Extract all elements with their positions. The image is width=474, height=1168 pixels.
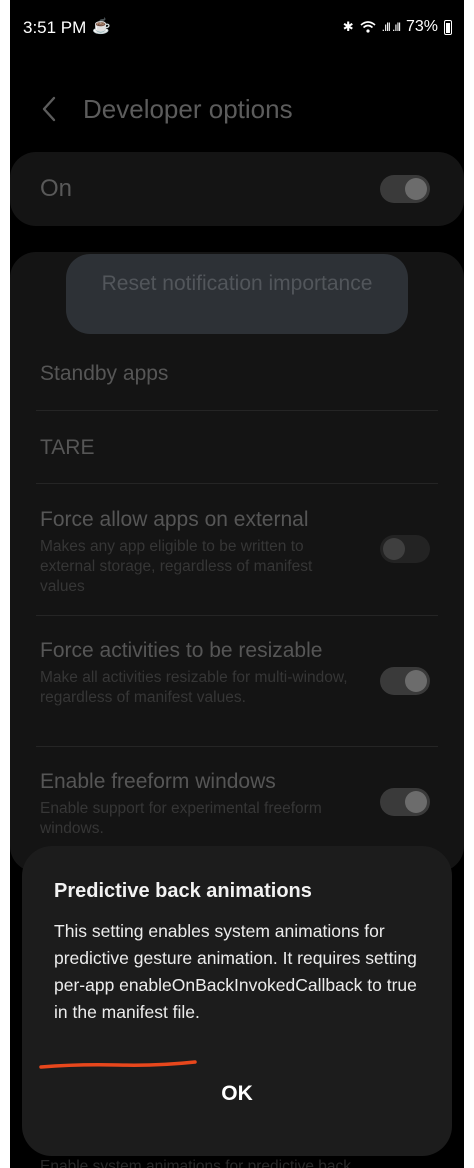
- dialog-title: Predictive back animations: [54, 880, 312, 902]
- toggle-knob: [383, 538, 405, 560]
- dialog-body: This setting enables system animations f…: [54, 921, 417, 1022]
- master-toggle[interactable]: [380, 175, 430, 203]
- force-allow-external-subtitle: Makes any app eligible to be written to …: [40, 538, 313, 595]
- app-bar: Developer options: [10, 80, 464, 140]
- force-allow-external-title[interactable]: Force allow apps on external: [40, 508, 308, 532]
- toggle-knob: [405, 670, 427, 692]
- bluetooth-icon: ✱: [342, 19, 354, 34]
- chevron-left-icon[interactable]: [36, 94, 62, 124]
- predictive-back-subtitle-peek: Enable system animations for predictive …: [40, 1158, 352, 1168]
- notification-app-icon: ☕: [92, 18, 111, 35]
- status-icons: ✱ .ıll .ıll 73%: [343, 18, 452, 36]
- page-title: Developer options: [83, 94, 293, 124]
- freeform-windows-subtitle: Enable support for experimental freeform…: [40, 800, 322, 837]
- wifi-icon: [360, 21, 376, 33]
- master-switch-label: On: [40, 175, 73, 202]
- force-resizable-toggle[interactable]: [380, 667, 430, 695]
- divider: [36, 615, 438, 616]
- red-underline-annotation: [39, 1060, 197, 1069]
- tare-item[interactable]: TARE: [40, 436, 94, 460]
- master-switch-card[interactable]: On: [10, 152, 464, 226]
- predictive-back-dialog: Predictive back animations This setting …: [22, 846, 452, 1156]
- ok-button[interactable]: OK: [22, 1082, 452, 1106]
- battery-icon: [444, 19, 452, 35]
- divider: [36, 410, 438, 411]
- status-bar: 3:51 PM ☕ ✱ .ıll .ıll 73%: [10, 0, 464, 56]
- force-allow-external-toggle[interactable]: [380, 535, 430, 563]
- divider: [36, 483, 438, 484]
- freeform-windows-title[interactable]: Enable freeform windows: [40, 770, 276, 794]
- freeform-windows-toggle[interactable]: [380, 788, 430, 816]
- divider: [36, 746, 438, 747]
- reset-notification-importance-button[interactable]: Reset notification importance: [66, 254, 408, 334]
- battery-text: 73%: [405, 18, 438, 35]
- toggle-knob: [405, 791, 427, 813]
- phone-screen: 3:51 PM ☕ ✱ .ıll .ıll 73% Developer opti…: [10, 0, 464, 1168]
- standby-apps-item[interactable]: Standby apps: [40, 362, 168, 386]
- status-time: 3:51 PM: [23, 18, 87, 37]
- force-resizable-subtitle: Make all activities resizable for multi-…: [40, 669, 348, 706]
- signal-icon: .ıll .ıll: [381, 20, 401, 34]
- force-resizable-title[interactable]: Force activities to be resizable: [40, 639, 322, 663]
- toggle-knob: [405, 178, 427, 200]
